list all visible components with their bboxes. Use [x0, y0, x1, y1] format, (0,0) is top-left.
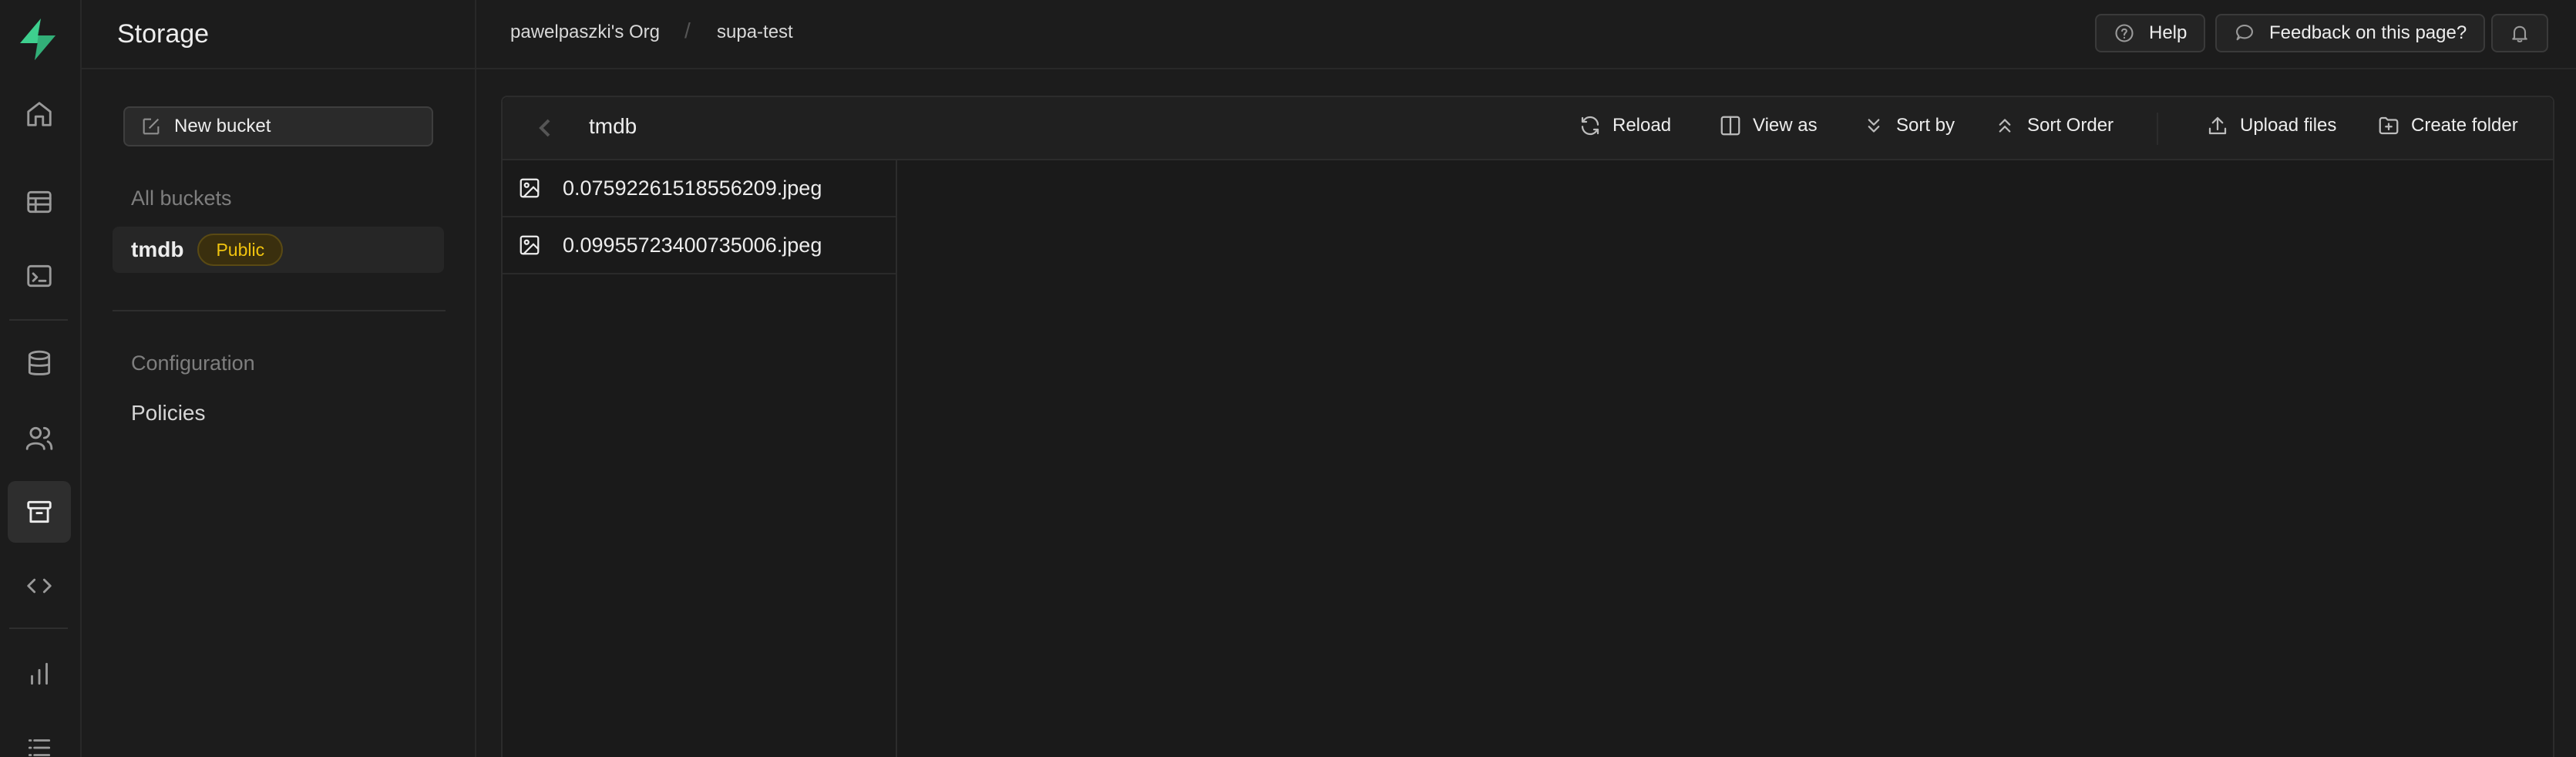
icon-rail — [0, 0, 82, 757]
message-icon — [2236, 25, 2253, 41]
sidebar-header: Storage — [82, 0, 475, 69]
breadcrumb-project[interactable]: supa-test — [717, 22, 793, 43]
sql-editor-icon — [27, 264, 52, 288]
new-bucket-button[interactable]: New bucket — [123, 106, 433, 146]
help-button[interactable]: Help — [2095, 14, 2206, 52]
storage-icon — [27, 500, 52, 523]
upload-icon — [2208, 116, 2227, 135]
table-editor-icon — [27, 190, 52, 214]
file-column: 0.07592261518556209.jpeg 0.0995572340073… — [503, 160, 897, 757]
upload-files-button[interactable]: Upload files — [2206, 114, 2336, 137]
sidebar-item-bucket-tmdb[interactable]: tmdb Public — [113, 227, 444, 273]
chevrons-up-icon — [1999, 119, 2011, 133]
notifications-button[interactable] — [2491, 14, 2548, 52]
image-icon — [520, 235, 540, 255]
bucket-name: tmdb — [131, 237, 184, 261]
columns-icon — [1720, 116, 1740, 136]
image-icon — [520, 178, 540, 198]
help-circle-icon — [2115, 24, 2134, 42]
refresh-icon — [1581, 116, 1599, 136]
feedback-label: Feedback on this page? — [2269, 22, 2467, 43]
code-icon — [27, 578, 52, 594]
sort-order-button[interactable]: Sort Order — [1993, 114, 2114, 137]
view-as-button[interactable]: View as — [1719, 114, 1818, 137]
sort-by-label: Sort by — [1896, 115, 1956, 136]
rail-item-sql-editor[interactable] — [8, 245, 71, 307]
rail-item-storage[interactable] — [8, 481, 71, 543]
back-button[interactable] — [533, 116, 555, 140]
explorer-bucket-title: tmdb — [589, 114, 637, 138]
chevron-left-icon — [539, 119, 550, 137]
rail-item-logs[interactable] — [8, 717, 71, 757]
sort-order-label: Sort Order — [2027, 115, 2114, 136]
breadcrumb-org[interactable]: pawelpaszki's Org — [510, 22, 660, 43]
rail-item-reports[interactable] — [8, 643, 71, 705]
toolbar-divider — [2157, 113, 2158, 145]
rail-item-database[interactable] — [8, 333, 71, 395]
new-bucket-label: New bucket — [174, 116, 271, 136]
help-label: Help — [2149, 22, 2188, 43]
sidebar-divider — [113, 310, 446, 311]
rail-divider — [9, 627, 68, 629]
sidebar-item-policies[interactable]: Policies — [131, 401, 205, 426]
configuration-heading: Configuration — [131, 352, 255, 375]
sidebar-title: Storage — [117, 19, 210, 49]
edit-icon — [143, 118, 160, 135]
rail-item-auth[interactable] — [8, 407, 71, 469]
supabase-logo-icon[interactable] — [17, 17, 59, 62]
reports-icon — [31, 662, 48, 685]
file-explorer: tmdb Reload View as Sort by Sort Order U… — [501, 96, 2554, 757]
rail-item-table-editor[interactable] — [8, 171, 71, 233]
upload-files-label: Upload files — [2240, 115, 2337, 136]
file-name: 0.09955723400735006.jpeg — [563, 233, 822, 257]
rail-item-home[interactable] — [8, 83, 71, 145]
list-item-file[interactable]: 0.09955723400735006.jpeg — [503, 217, 896, 274]
public-badge: Public — [197, 234, 284, 266]
sort-by-button[interactable]: Sort by — [1862, 114, 1955, 137]
home-icon — [27, 102, 52, 126]
file-name: 0.07592261518556209.jpeg — [563, 176, 822, 200]
bell-icon — [2512, 25, 2527, 42]
folder-plus-icon — [2379, 116, 2399, 135]
database-icon — [28, 350, 51, 375]
breadcrumb-separator: / — [684, 19, 691, 42]
create-folder-label: Create folder — [2411, 115, 2518, 136]
reload-button[interactable]: Reload — [1579, 114, 1671, 137]
top-bar: pawelpaszki's Org / supa-test Help Feedb… — [476, 0, 2576, 69]
storage-sidebar: Storage New bucket All buckets tmdb Publ… — [82, 0, 476, 757]
create-folder-button[interactable]: Create folder — [2377, 114, 2518, 137]
chevrons-down-icon — [1868, 119, 1880, 133]
feedback-button[interactable]: Feedback on this page? — [2215, 14, 2486, 52]
list-item-file[interactable]: 0.07592261518556209.jpeg — [503, 160, 896, 217]
users-icon — [25, 426, 53, 450]
reload-label: Reload — [1613, 115, 1672, 136]
all-buckets-heading: All buckets — [131, 187, 232, 210]
rail-item-edge-functions[interactable] — [8, 555, 71, 617]
logs-icon — [28, 739, 51, 756]
view-as-label: View as — [1753, 115, 1818, 136]
explorer-header: tmdb Reload View as Sort by Sort Order U… — [503, 97, 2553, 160]
rail-divider — [9, 319, 68, 321]
